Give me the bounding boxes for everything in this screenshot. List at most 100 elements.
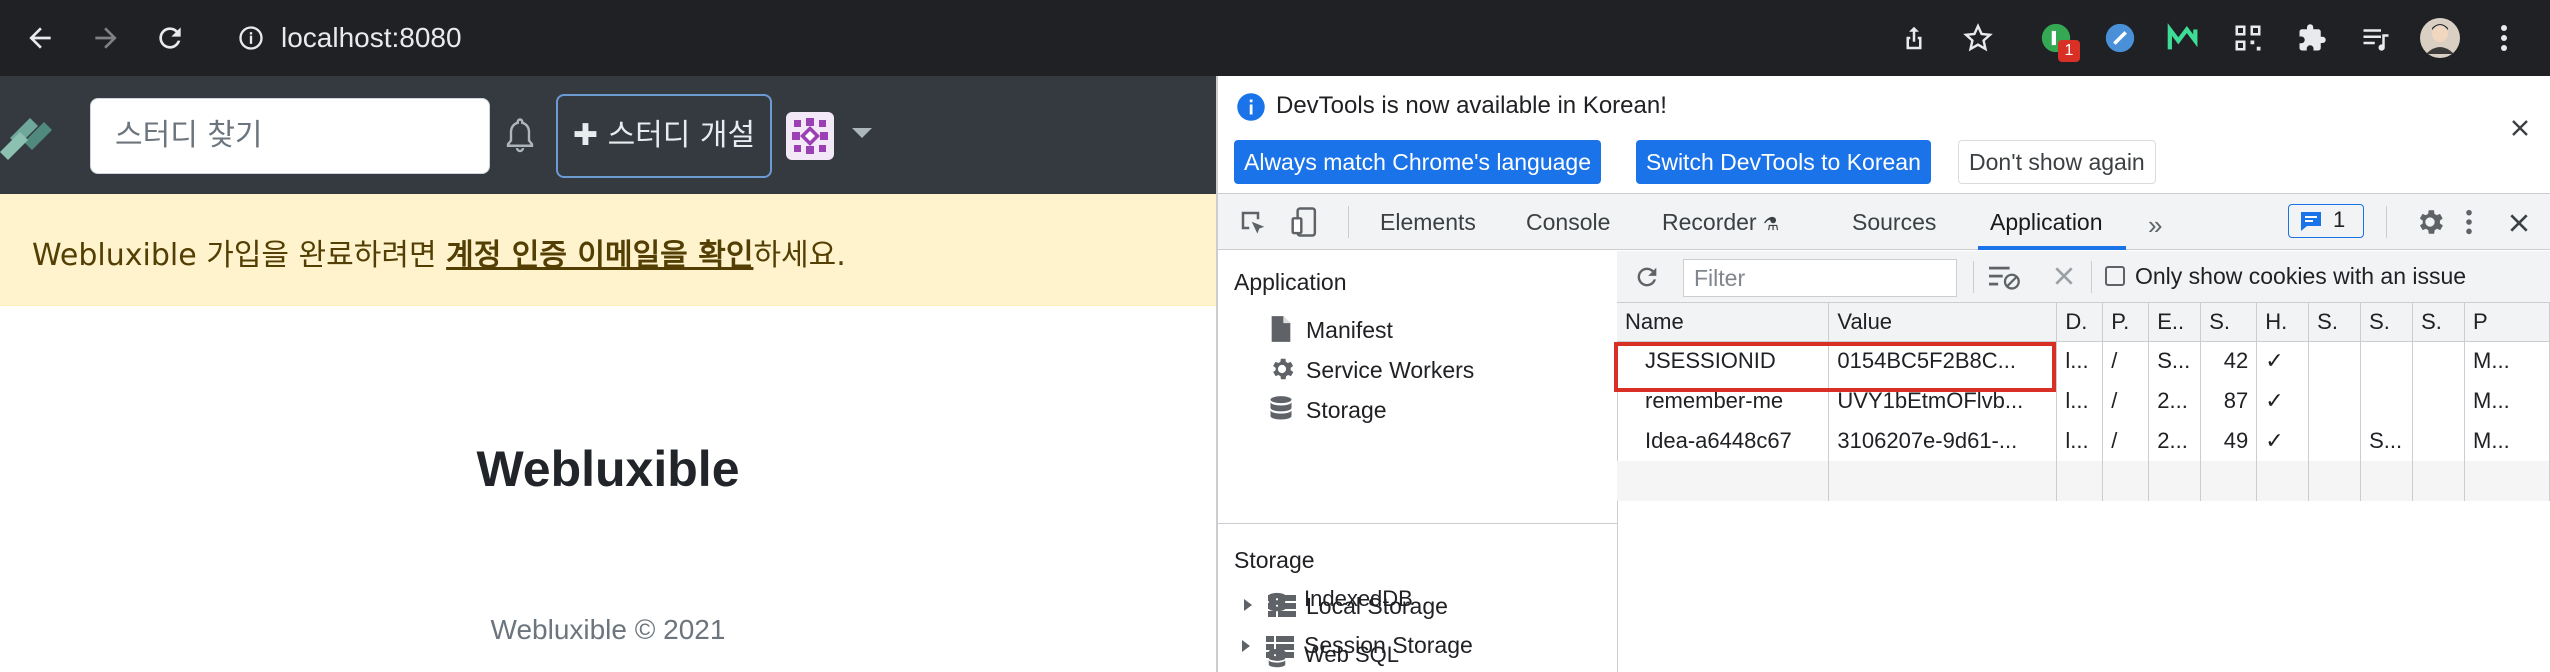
close-devtools-icon[interactable]	[2508, 212, 2530, 239]
clear-filtered-icon[interactable]	[1989, 263, 2021, 296]
tab-recorder-label: Recorder	[1662, 209, 1757, 235]
gear-icon[interactable]	[2414, 206, 2446, 243]
cookie-cell: 42	[2200, 341, 2258, 381]
study-search-input[interactable]: 스터디 찾기	[90, 98, 490, 174]
cookie-cell: M...	[2464, 341, 2550, 381]
qr-code-icon[interactable]	[2228, 18, 2268, 58]
issues-icon	[2299, 210, 2323, 237]
issues-counter[interactable]: 1	[2288, 204, 2364, 238]
extension-pen-icon[interactable]	[2100, 18, 2140, 58]
close-icon[interactable]	[2510, 118, 2530, 143]
clear-all-icon[interactable]	[2053, 265, 2075, 292]
sidebar-item-indexeddb[interactable]: IndexedDB	[1304, 586, 1413, 612]
cookie-cell: /	[2102, 341, 2150, 381]
empty-cell	[2148, 461, 2202, 501]
empty-cell	[2464, 461, 2550, 501]
verify-email-link[interactable]: 계정 인증 이메일을 확인	[446, 238, 753, 273]
share-icon[interactable]	[1894, 18, 1934, 58]
cookie-filter-input[interactable]: Filter	[1683, 259, 1957, 297]
profile-avatar[interactable]	[2420, 18, 2460, 58]
site-navbar: 스터디 찾기 ✚ 스터디 개설	[0, 76, 1216, 194]
tab-application[interactable]: Application	[1990, 194, 2103, 250]
empty-cell	[2308, 461, 2362, 501]
bell-icon[interactable]	[502, 116, 538, 161]
extensions-icon[interactable]	[2292, 18, 2332, 58]
column-header[interactable]: S.	[2308, 303, 2362, 342]
column-header[interactable]: S.	[2200, 303, 2258, 342]
alert-text-suffix: 하세요.	[753, 238, 846, 273]
cookie-cell: 2...	[2148, 421, 2202, 461]
empty-cell	[2102, 461, 2150, 501]
cookie-cell: ✓	[2256, 381, 2310, 421]
empty-cell	[2360, 461, 2414, 501]
column-header[interactable]: S.	[2412, 303, 2466, 342]
cookie-cell: M...	[2464, 381, 2550, 421]
info-icon[interactable]	[237, 24, 265, 57]
create-study-button[interactable]: ✚ 스터디 개설	[556, 94, 772, 178]
cookie-pane: Filter Only show cookies with an issue N…	[1617, 251, 2550, 672]
empty-cell	[1617, 461, 1830, 501]
cookie-value-cell: 3106207e-9d61-...	[1828, 421, 2058, 461]
tab-recorder[interactable]: Recorder ⚗	[1662, 194, 1779, 250]
column-header[interactable]: Value	[1828, 303, 2058, 342]
extension-badge: 1	[2058, 40, 2080, 62]
extension-green-icon[interactable]: 1	[2036, 18, 2080, 62]
site-logo[interactable]	[0, 104, 60, 173]
column-header[interactable]: Name	[1617, 303, 1830, 342]
dont-show-again-button[interactable]: Don't show again	[1958, 140, 2156, 184]
create-study-label: 스터디 개설	[607, 118, 756, 153]
cookie-cell: ✓	[2256, 421, 2310, 461]
cookie-cell	[2360, 381, 2414, 421]
devtools-menu-icon[interactable]	[2464, 208, 2474, 241]
chrome-menu-icon[interactable]	[2484, 18, 2524, 58]
issues-count: 1	[2333, 207, 2346, 232]
only-issue-label: Only show cookies with an issue	[2135, 263, 2467, 289]
checkbox-box[interactable]	[2105, 265, 2125, 286]
database-icon	[1266, 648, 1288, 672]
column-header[interactable]: S.	[2360, 303, 2414, 342]
user-avatar[interactable]	[786, 112, 834, 165]
reading-list-icon[interactable]	[2356, 18, 2396, 58]
more-tabs-icon[interactable]: »	[2148, 210, 2162, 241]
column-header[interactable]: E..	[2148, 303, 2202, 342]
cookie-cell: S...	[2360, 421, 2414, 461]
column-header[interactable]: D.	[2056, 303, 2104, 342]
column-header[interactable]: P	[2464, 303, 2550, 342]
back-icon[interactable]	[16, 14, 64, 62]
alert-text-prefix: Webluxible 가입을 완료하려면	[32, 238, 447, 273]
refresh-icon[interactable]	[1633, 263, 1661, 296]
column-header[interactable]: H.	[2256, 303, 2310, 342]
plus-icon: ✚	[572, 118, 599, 153]
empty-row	[1617, 461, 2550, 501]
reload-icon[interactable]	[146, 14, 194, 62]
sidebar-item-web-sql[interactable]: Web SQL	[1304, 642, 1399, 668]
cookie-cell	[2308, 381, 2362, 421]
toolbar-divider-2	[2091, 261, 2092, 293]
cookie-cell: /	[2102, 381, 2150, 421]
star-icon[interactable]	[1958, 18, 1998, 58]
browser-toolbar: localhost:8080 1	[0, 0, 2550, 76]
address-bar[interactable]: localhost:8080	[215, 8, 2035, 68]
page-title: Webluxible	[476, 441, 740, 497]
empty-cell	[1828, 461, 2058, 501]
forward-icon[interactable]	[82, 14, 130, 62]
cookie-cell: l...	[2056, 381, 2104, 421]
extension-m-icon[interactable]	[2164, 18, 2204, 58]
caret-down-icon[interactable]	[852, 126, 872, 145]
cookie-cell: S...	[2148, 341, 2202, 381]
cookie-toolbar: Filter Only show cookies with an issue	[1617, 251, 2550, 303]
cookie-cell	[2412, 381, 2466, 421]
only-issue-checkbox[interactable]: Only show cookies with an issue	[2105, 263, 2466, 290]
cookie-cell: l...	[2056, 341, 2104, 381]
toolbar-divider	[1973, 261, 1974, 293]
database-icon	[1266, 592, 1288, 619]
cookie-row[interactable]: Idea-a6448c67 3106207e-9d61-... l.../2... 4…	[1617, 421, 2550, 461]
empty-cell	[2200, 461, 2258, 501]
active-tab-indicator	[1978, 246, 2126, 250]
column-header[interactable]: P.	[2102, 303, 2150, 342]
switch-korean-button[interactable]: Switch DevTools to Korean	[1636, 140, 1931, 184]
tab-sources[interactable]: Sources	[1852, 194, 1936, 250]
cookie-cell	[2308, 421, 2362, 461]
highlight-box	[1614, 342, 2056, 392]
cookie-cell: 2...	[2148, 381, 2202, 421]
